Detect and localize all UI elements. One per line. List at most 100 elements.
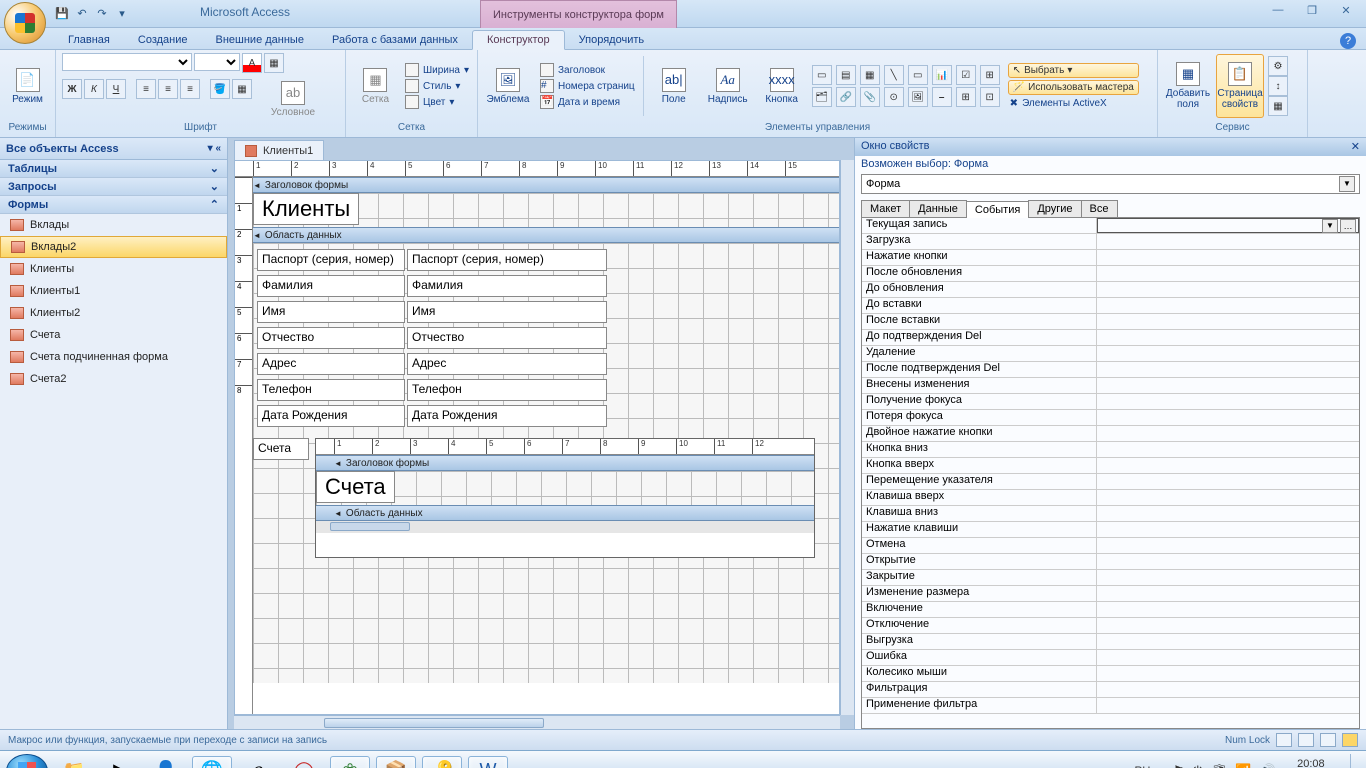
control-option[interactable]: ⊙ bbox=[884, 87, 904, 107]
task-explorer[interactable]: 📁 bbox=[54, 756, 94, 768]
subform-label[interactable]: Счета bbox=[253, 438, 309, 460]
prop-dropdown-icon[interactable]: ▼ bbox=[1322, 219, 1338, 233]
nav-form-item[interactable]: Клиенты1 bbox=[0, 280, 227, 302]
nav-form-item[interactable]: Клиенты bbox=[0, 258, 227, 280]
control-check[interactable]: ☑ bbox=[956, 65, 976, 85]
combo-dropdown-icon[interactable]: ▼ bbox=[1339, 176, 1355, 192]
prop-row[interactable]: Открытие bbox=[862, 554, 1359, 570]
prop-value[interactable] bbox=[1097, 634, 1359, 649]
prop-row[interactable]: Перемещение указателя bbox=[862, 474, 1359, 490]
prop-row[interactable]: До вставки bbox=[862, 298, 1359, 314]
prop-value[interactable] bbox=[1097, 538, 1359, 553]
prop-value[interactable] bbox=[1097, 394, 1359, 409]
pagenum-checkbox[interactable]: #Номера страниц bbox=[538, 78, 637, 94]
view-mode-button[interactable]: 📄Режим bbox=[6, 54, 49, 118]
task-virtualbox[interactable]: 📦 bbox=[376, 756, 416, 768]
field-label[interactable]: Дата Рождения bbox=[257, 405, 405, 427]
control-unbound[interactable]: ⊡ bbox=[980, 87, 1000, 107]
field-textbox[interactable]: Паспорт (серия, номер) bbox=[407, 249, 607, 271]
prop-value[interactable] bbox=[1097, 570, 1359, 585]
control-combo[interactable]: ▭ bbox=[812, 65, 832, 85]
prop-row[interactable]: Фильтрация bbox=[862, 682, 1359, 698]
prop-builder-button[interactable]: … bbox=[1340, 219, 1356, 233]
prop-value[interactable] bbox=[1097, 506, 1359, 521]
view-form-icon[interactable] bbox=[1276, 733, 1292, 747]
sub-hscroll[interactable] bbox=[316, 521, 814, 533]
taborder-icon[interactable]: ↕ bbox=[1268, 76, 1288, 96]
field-textbox[interactable]: Имя bbox=[407, 301, 607, 323]
prop-value[interactable] bbox=[1097, 666, 1359, 681]
close-button[interactable]: ✕ bbox=[1334, 4, 1358, 20]
task-word[interactable]: W bbox=[468, 756, 508, 768]
nav-collapse-icon[interactable]: ▾ « bbox=[208, 143, 221, 154]
control-line[interactable]: ╲ bbox=[884, 65, 904, 85]
prop-row[interactable]: После вставки bbox=[862, 314, 1359, 330]
form-design-area[interactable]: 123456789101112131415 12345678 Заголовок… bbox=[234, 160, 840, 715]
control-hyper[interactable]: 🔗 bbox=[836, 87, 856, 107]
grid-style-option[interactable]: Стиль ▾ bbox=[403, 78, 471, 94]
prop-row[interactable]: Отключение bbox=[862, 618, 1359, 634]
prop-row[interactable]: Клавиша вниз bbox=[862, 506, 1359, 522]
prop-value[interactable] bbox=[1097, 698, 1359, 713]
font-color-button[interactable]: A bbox=[242, 53, 262, 73]
use-wizards-button[interactable]: 🪄 Использовать мастера bbox=[1008, 80, 1139, 95]
prop-row[interactable]: Текущая запись▼… bbox=[862, 218, 1359, 234]
propsheet-object-combo[interactable]: Форма▼ bbox=[861, 174, 1360, 194]
prop-row[interactable]: Нажатие кнопки bbox=[862, 250, 1359, 266]
prop-row[interactable]: Колесико мыши bbox=[862, 666, 1359, 682]
fill-color-button[interactable]: 🪣 bbox=[210, 79, 230, 99]
prop-value[interactable] bbox=[1097, 474, 1359, 489]
prop-row[interactable]: Двойное нажатие кнопки bbox=[862, 426, 1359, 442]
field-label[interactable]: Фамилия bbox=[257, 275, 405, 297]
task-access[interactable]: 🔑 bbox=[422, 756, 462, 768]
bold-button[interactable]: Ж bbox=[62, 79, 82, 99]
prop-row[interactable]: После обновления bbox=[862, 266, 1359, 282]
format-painter-icon[interactable]: ▦ bbox=[232, 79, 252, 99]
subform-new-icon[interactable]: ▦ bbox=[1268, 96, 1288, 116]
prop-row[interactable]: Получение фокуса bbox=[862, 394, 1359, 410]
grid-color-option[interactable]: Цвет ▾ bbox=[403, 94, 471, 110]
control-bound[interactable]: ⊞ bbox=[956, 87, 976, 107]
tray-network-icon[interactable]: 📶 bbox=[1235, 763, 1251, 768]
prop-value[interactable] bbox=[1097, 458, 1359, 473]
prop-tab-other[interactable]: Другие bbox=[1028, 200, 1081, 217]
title-checkbox[interactable]: Заголовок bbox=[538, 62, 637, 78]
prop-value[interactable] bbox=[1097, 378, 1359, 393]
prop-value[interactable] bbox=[1097, 586, 1359, 601]
help-icon[interactable]: ? bbox=[1340, 33, 1356, 49]
tab-constructor[interactable]: Конструктор bbox=[472, 30, 565, 50]
field-label[interactable]: Телефон bbox=[257, 379, 405, 401]
prop-row[interactable]: Кнопка вверх bbox=[862, 458, 1359, 474]
office-button[interactable] bbox=[4, 2, 46, 44]
control-tab[interactable]: 🗂 bbox=[812, 87, 832, 107]
prop-value[interactable]: ▼… bbox=[1097, 218, 1359, 233]
subform-title[interactable]: Счета bbox=[316, 471, 395, 503]
canvas-vscroll[interactable] bbox=[840, 160, 854, 715]
prop-value[interactable] bbox=[1097, 346, 1359, 361]
label-control-button[interactable]: AaНадпись bbox=[704, 54, 752, 118]
prop-tab-layout[interactable]: Макет bbox=[861, 200, 910, 217]
prop-row[interactable]: Потеря фокуса bbox=[862, 410, 1359, 426]
tab-home[interactable]: Главная bbox=[54, 31, 124, 49]
field-textbox[interactable]: Отчество bbox=[407, 327, 607, 349]
prop-row[interactable]: До подтверждения Del bbox=[862, 330, 1359, 346]
textbox-control-button[interactable]: ab|Поле bbox=[650, 54, 698, 118]
nav-group-queries[interactable]: Запросы⌄ bbox=[0, 178, 227, 196]
prop-value[interactable] bbox=[1097, 362, 1359, 377]
prop-value[interactable] bbox=[1097, 282, 1359, 297]
add-fields-button[interactable]: ▦Добавить поля bbox=[1164, 54, 1212, 118]
sub-section-detail[interactable]: Область данных bbox=[316, 505, 814, 521]
activex-button[interactable]: ✖ Элементы ActiveX bbox=[1008, 97, 1139, 110]
property-sheet-button[interactable]: 📋Страница свойств bbox=[1216, 54, 1264, 118]
tray-chevron-icon[interactable]: ▴ bbox=[1158, 763, 1165, 768]
prop-row[interactable]: Закрытие bbox=[862, 570, 1359, 586]
field-label[interactable]: Паспорт (серия, номер) bbox=[257, 249, 405, 271]
nav-form-item[interactable]: Вклады bbox=[0, 214, 227, 236]
prop-row[interactable]: Включение bbox=[862, 602, 1359, 618]
canvas-hscroll[interactable] bbox=[234, 715, 840, 729]
tray-power-icon[interactable]: ⏻ bbox=[1193, 763, 1203, 768]
grid-width-option[interactable]: Ширина ▾ bbox=[403, 62, 471, 78]
prop-row[interactable]: После подтверждения Del bbox=[862, 362, 1359, 378]
control-pgbreak[interactable]: ⎯ bbox=[932, 87, 952, 107]
prop-tab-data[interactable]: Данные bbox=[909, 200, 967, 217]
